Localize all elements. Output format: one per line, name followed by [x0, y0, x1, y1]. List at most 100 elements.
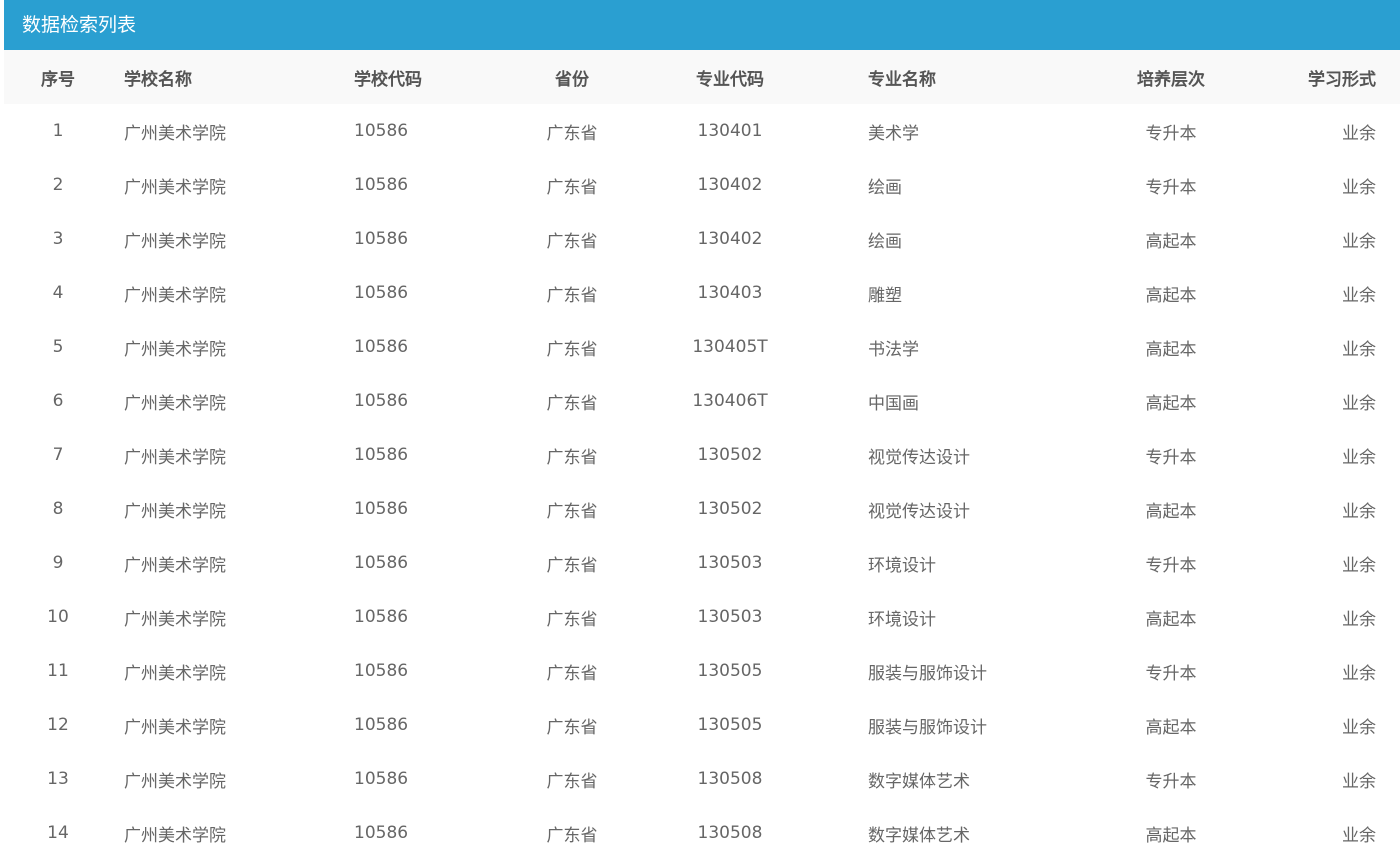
cell-study-mode: 业余 [1342, 123, 1376, 144]
table-body: 1 广州美术学院 10586 广东省 130401 美术学 专升本 业余 2 广州美术学院 1058… [4, 104, 1400, 859]
cell-training-level: 高起本 [1145, 339, 1197, 360]
cell-major-code: 130403 [697, 283, 763, 303]
cell-province: 广东省 [546, 609, 598, 630]
cell-major-name: 视觉传达设计 [868, 447, 970, 468]
cell-school-name: 广州美术学院 [124, 231, 226, 252]
cell-training-level: 专升本 [1145, 177, 1197, 198]
table-row: 2 广州美术学院 10586 广东省 130402 绘画 专升本 业余 [4, 158, 1400, 212]
cell-school-code: 10586 [354, 337, 409, 357]
cell-school-name: 广州美术学院 [124, 825, 226, 846]
column-header-study-mode: 学习形式 [1308, 69, 1376, 90]
cell-school-name: 广州美术学院 [124, 285, 226, 306]
cell-index: 3 [52, 229, 64, 249]
cell-major-code: 130502 [697, 445, 763, 465]
cell-major-code: 130406T [692, 391, 768, 411]
cell-major-code: 130503 [697, 607, 763, 627]
cell-index: 7 [52, 445, 64, 465]
header-row: 序号 学校名称 学校代码 省份 专业代码 专业名称 培养层次 学习形式 [4, 50, 1400, 104]
cell-school-code: 10586 [354, 121, 409, 141]
table-header: 序号 学校名称 学校代码 省份 专业代码 专业名称 培养层次 学习形式 [4, 50, 1400, 104]
cell-school-name: 广州美术学院 [124, 609, 226, 630]
table-row: 3 广州美术学院 10586 广东省 130402 绘画 高起本 业余 [4, 212, 1400, 266]
cell-major-code: 130502 [697, 499, 763, 519]
table-row: 8 广州美术学院 10586 广东省 130502 视觉传达设计 高起本 业余 [4, 482, 1400, 536]
cell-index: 5 [52, 337, 64, 357]
column-header-training-level: 培养层次 [1137, 69, 1205, 90]
cell-school-code: 10586 [354, 445, 409, 465]
cell-school-name: 广州美术学院 [124, 393, 226, 414]
cell-study-mode: 业余 [1342, 447, 1376, 468]
cell-school-code: 10586 [354, 715, 409, 735]
table-row: 13 广州美术学院 10586 广东省 130508 数字媒体艺术 专升本 业余 [4, 752, 1400, 806]
cell-training-level: 高起本 [1145, 825, 1197, 846]
cell-school-code: 10586 [354, 283, 409, 303]
cell-school-code: 10586 [354, 661, 409, 681]
cell-province: 广东省 [546, 771, 598, 792]
cell-school-code: 10586 [354, 769, 409, 789]
cell-training-level: 高起本 [1145, 285, 1197, 306]
cell-school-name: 广州美术学院 [124, 123, 226, 144]
cell-school-code: 10586 [354, 823, 409, 843]
cell-major-name: 环境设计 [868, 609, 936, 630]
cell-province: 广东省 [546, 717, 598, 738]
table-row: 11 广州美术学院 10586 广东省 130505 服装与服饰设计 专升本 业余 [4, 644, 1400, 698]
cell-province: 广东省 [546, 501, 598, 522]
table-row: 6 广州美术学院 10586 广东省 130406T 中国画 高起本 业余 [4, 374, 1400, 428]
cell-index: 2 [52, 175, 64, 195]
cell-school-name: 广州美术学院 [124, 447, 226, 468]
cell-province: 广东省 [546, 177, 598, 198]
cell-province: 广东省 [546, 555, 598, 576]
data-search-panel: 数据检索列表 序号 学校名称 学校代码 省份 专业代码 专业名称 培养层次 学习… [4, 0, 1400, 859]
cell-major-name: 数字媒体艺术 [868, 825, 970, 846]
cell-major-code: 130402 [697, 175, 763, 195]
cell-index: 8 [52, 499, 64, 519]
cell-province: 广东省 [546, 339, 598, 360]
column-header-index: 序号 [41, 69, 75, 90]
table-row: 5 广州美术学院 10586 广东省 130405T 书法学 高起本 业余 [4, 320, 1400, 374]
table-row: 14 广州美术学院 10586 广东省 130508 数字媒体艺术 高起本 业余 [4, 806, 1400, 859]
cell-school-name: 广州美术学院 [124, 555, 226, 576]
cell-major-name: 绘画 [868, 231, 902, 252]
table-row: 7 广州美术学院 10586 广东省 130502 视觉传达设计 专升本 业余 [4, 428, 1400, 482]
cell-index: 13 [47, 769, 69, 789]
cell-training-level: 专升本 [1145, 447, 1197, 468]
table-row: 9 广州美术学院 10586 广东省 130503 环境设计 专升本 业余 [4, 536, 1400, 590]
cell-major-code: 130505 [697, 715, 763, 735]
cell-school-code: 10586 [354, 175, 409, 195]
cell-major-code: 130503 [697, 553, 763, 573]
cell-index: 14 [47, 823, 69, 843]
cell-study-mode: 业余 [1342, 771, 1376, 792]
column-header-major-code: 专业代码 [696, 69, 764, 90]
cell-province: 广东省 [546, 123, 598, 144]
cell-study-mode: 业余 [1342, 663, 1376, 684]
cell-major-name: 绘画 [868, 177, 902, 198]
cell-school-name: 广州美术学院 [124, 663, 226, 684]
cell-training-level: 专升本 [1145, 771, 1197, 792]
cell-major-name: 视觉传达设计 [868, 501, 970, 522]
cell-major-name: 雕塑 [868, 285, 902, 306]
cell-province: 广东省 [546, 285, 598, 306]
cell-major-name: 服装与服饰设计 [868, 717, 987, 738]
table-row: 4 广州美术学院 10586 广东省 130403 雕塑 高起本 业余 [4, 266, 1400, 320]
results-table: 序号 学校名称 学校代码 省份 专业代码 专业名称 培养层次 学习形式 1 广州美… [4, 50, 1400, 859]
column-header-province: 省份 [555, 69, 589, 90]
cell-index: 6 [52, 391, 64, 411]
cell-training-level: 高起本 [1145, 609, 1197, 630]
cell-major-code: 130508 [697, 823, 763, 843]
cell-index: 12 [47, 715, 69, 735]
cell-province: 广东省 [546, 825, 598, 846]
cell-school-code: 10586 [354, 607, 409, 627]
cell-school-code: 10586 [354, 391, 409, 411]
cell-study-mode: 业余 [1342, 717, 1376, 738]
table-row: 1 广州美术学院 10586 广东省 130401 美术学 专升本 业余 [4, 104, 1400, 158]
cell-training-level: 专升本 [1145, 555, 1197, 576]
cell-major-name: 中国画 [868, 393, 919, 414]
cell-province: 广东省 [546, 447, 598, 468]
cell-major-code: 130405T [692, 337, 768, 357]
cell-major-name: 数字媒体艺术 [868, 771, 970, 792]
column-header-school-name: 学校名称 [124, 69, 192, 90]
cell-training-level: 专升本 [1145, 663, 1197, 684]
column-header-school-code: 学校代码 [354, 69, 422, 90]
cell-school-name: 广州美术学院 [124, 339, 226, 360]
cell-school-name: 广州美术学院 [124, 501, 226, 522]
